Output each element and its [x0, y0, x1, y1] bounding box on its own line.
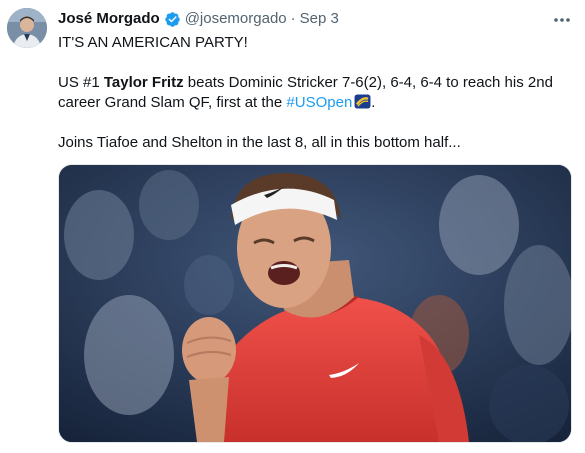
tweet-date[interactable]: Sep 3 [300, 10, 339, 28]
separator-dot: · [290, 10, 296, 27]
photo-player-celebrating [59, 165, 571, 442]
verified-badge-icon [164, 11, 180, 27]
player-name: Taylor Fritz [103, 74, 184, 91]
line2-prefix: US #1 [58, 74, 104, 91]
author-handle[interactable]: @josemorgado [185, 10, 287, 28]
tweet-line-3: career Grand Slam QF, first at the #USOp… [58, 93, 578, 113]
tweet-text: IT'S AN AMERICAN PARTY! US #1 Taylor Fri… [58, 33, 578, 153]
avatar[interactable] [7, 8, 47, 48]
tweet-card[interactable]: José Morgado @josemorgado · Sep 3 IT'S A… [0, 0, 585, 453]
us-open-emoji-icon [354, 94, 371, 109]
tweet-line-1: IT'S AN AMERICAN PARTY! [58, 34, 248, 51]
more-horizontal-icon [554, 18, 570, 22]
line3-end: . [371, 94, 376, 111]
hashtag-link[interactable]: #USOpen [286, 94, 352, 111]
tweet-header: José Morgado @josemorgado · Sep 3 [58, 10, 339, 28]
more-options-button[interactable] [553, 10, 571, 24]
tweet-line-2: US #1 Taylor Fritz beats Dominic Stricke… [58, 73, 578, 93]
line3-prefix: career Grand Slam QF, first at the [58, 94, 287, 111]
avatar-image [7, 8, 47, 48]
tweet-photo[interactable] [58, 164, 572, 443]
line2-suffix: beats Dominic Stricker 7-6(2), 6-4, 6-4 … [183, 74, 553, 91]
author-name[interactable]: José Morgado [58, 10, 160, 28]
tweet-line-4: Joins Tiafoe and Shelton in the last 8, … [58, 134, 461, 151]
